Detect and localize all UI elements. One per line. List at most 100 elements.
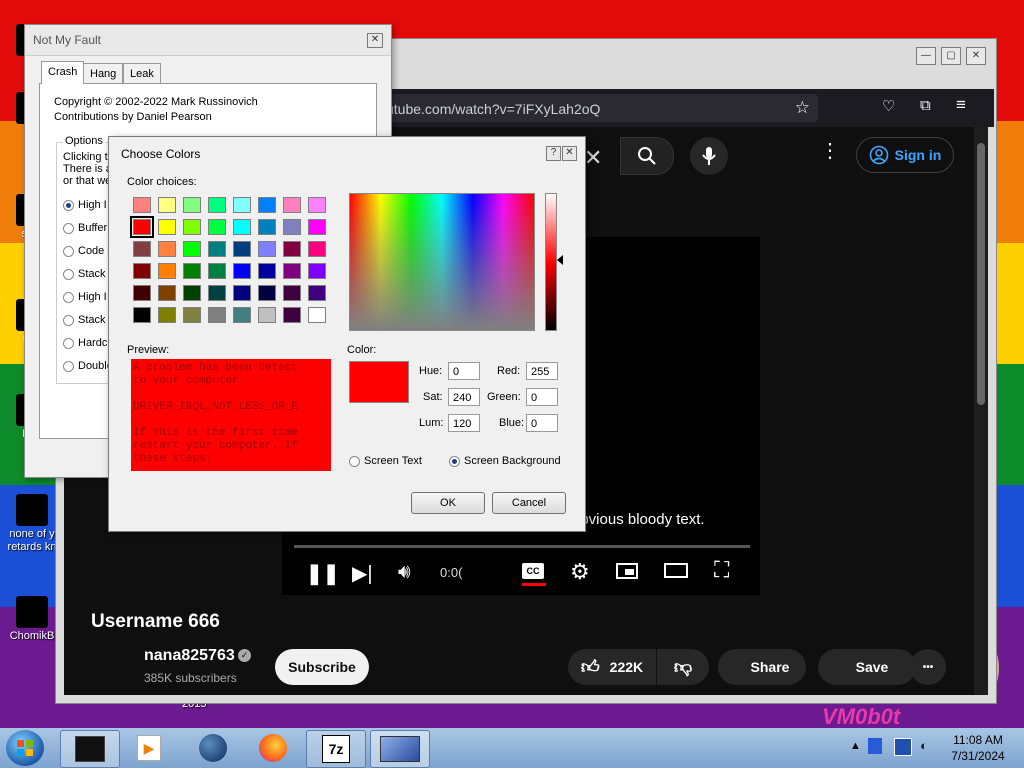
color-swatch[interactable] <box>258 219 276 235</box>
play-pause-button[interactable]: ❚❚ <box>306 561 340 586</box>
choose-colors-close-button[interactable]: ✕ <box>562 146 577 161</box>
color-swatch[interactable] <box>308 307 326 323</box>
color-swatch[interactable] <box>208 197 226 213</box>
tray-network-icon[interactable] <box>894 738 912 756</box>
crash-option-radio[interactable]: Code c <box>63 245 113 257</box>
color-swatch[interactable] <box>308 197 326 213</box>
green-field[interactable]: 0 <box>526 388 558 406</box>
crash-option-radio[interactable]: Stack <box>63 314 106 326</box>
color-swatch[interactable] <box>308 263 326 279</box>
crash-option-radio[interactable]: Hardc <box>63 337 107 349</box>
screen-text-radio-circle[interactable] <box>349 455 360 467</box>
luminance-pointer-icon[interactable] <box>557 255 563 265</box>
crash-option-radio-circle[interactable] <box>63 245 74 257</box>
color-swatch[interactable] <box>208 285 226 301</box>
red-field[interactable]: 255 <box>526 362 558 380</box>
taskbar-app-firefox[interactable] <box>244 730 302 766</box>
crash-option-radio-circle[interactable] <box>63 199 74 211</box>
color-swatch[interactable] <box>158 197 176 213</box>
color-swatch[interactable] <box>283 263 301 279</box>
color-swatch[interactable] <box>158 285 176 301</box>
dislike-button[interactable]: 👎︎ <box>657 649 709 685</box>
screen-text-radio[interactable]: Screen Text <box>349 455 422 467</box>
color-swatch[interactable] <box>133 285 151 301</box>
crash-option-radio-circle[interactable] <box>63 222 74 234</box>
save-button[interactable]: Save <box>818 649 916 685</box>
color-swatch[interactable] <box>258 285 276 301</box>
crash-option-radio[interactable]: Stack <box>63 268 106 280</box>
clock[interactable]: 11:08 AM 7/31/2024 <box>940 732 1016 764</box>
lum-field[interactable]: 120 <box>448 414 480 432</box>
desktop-icon[interactable]: none of y retards kn <box>4 494 60 554</box>
close-button[interactable]: ✕ <box>966 47 986 65</box>
luminance-slider[interactable] <box>545 193 557 331</box>
search-clear-icon[interactable]: ✕ <box>584 145 602 171</box>
color-swatch[interactable] <box>283 197 301 213</box>
color-swatch[interactable] <box>183 263 201 279</box>
fullscreen-icon[interactable]: ⛶ <box>714 557 729 583</box>
more-actions-button[interactable]: ••• <box>910 649 946 685</box>
tab-crash[interactable]: Crash <box>41 61 85 84</box>
color-swatch[interactable] <box>183 219 201 235</box>
tray-volume-icon[interactable]: ◐ <box>920 738 928 753</box>
color-swatch[interactable] <box>233 307 251 323</box>
hue-field[interactable]: 0 <box>448 362 480 380</box>
color-swatch[interactable] <box>208 219 226 235</box>
crash-option-radio-circle[interactable] <box>63 337 74 349</box>
help-button[interactable]: ? <box>546 146 561 161</box>
crash-option-radio-circle[interactable] <box>63 314 74 326</box>
scrollbar-thumb[interactable] <box>977 143 985 405</box>
color-swatch[interactable] <box>283 307 301 323</box>
color-swatch[interactable] <box>133 263 151 279</box>
color-swatch[interactable] <box>158 241 176 257</box>
taskbar-app-7zip[interactable]: 7z <box>306 730 366 768</box>
color-swatch[interactable] <box>158 219 176 235</box>
miniplayer-icon[interactable] <box>616 563 638 579</box>
color-swatch[interactable] <box>308 241 326 257</box>
crash-option-radio-circle[interactable] <box>63 291 74 303</box>
like-button[interactable]: 👍︎ 222K <box>568 649 656 685</box>
crash-option-radio-circle[interactable] <box>63 360 74 372</box>
taskbar-app-media-player[interactable]: ▶ <box>120 730 178 766</box>
tray-expand-icon[interactable]: ▲ <box>850 740 861 752</box>
tab-leak[interactable]: Leak <box>123 63 161 84</box>
color-swatch[interactable] <box>158 307 176 323</box>
cancel-button[interactable]: Cancel <box>492 492 566 514</box>
next-button[interactable]: ▶| <box>352 561 373 586</box>
color-swatch[interactable] <box>133 197 151 213</box>
color-swatch[interactable] <box>133 307 151 323</box>
pocket-icon[interactable]: ♡ <box>882 97 895 115</box>
share-button[interactable]: Share <box>718 649 806 685</box>
color-swatch[interactable] <box>283 241 301 257</box>
sat-field[interactable]: 240 <box>448 388 480 406</box>
search-button[interactable] <box>620 137 674 175</box>
color-swatch[interactable] <box>183 307 201 323</box>
color-swatch[interactable] <box>258 241 276 257</box>
color-swatch[interactable] <box>308 285 326 301</box>
color-swatch[interactable] <box>158 263 176 279</box>
crash-option-radio[interactable]: Double <box>63 360 113 372</box>
color-swatch[interactable] <box>133 241 151 257</box>
color-swatch[interactable] <box>233 219 251 235</box>
more-options-icon[interactable]: ⋮ <box>820 141 840 161</box>
extensions-icon[interactable]: ⧉ <box>920 97 931 114</box>
tab-hang[interactable]: Hang <box>83 63 124 84</box>
blue-field[interactable]: 0 <box>526 414 558 432</box>
menu-icon[interactable]: ≡ <box>956 95 966 115</box>
color-spectrum-field[interactable] <box>349 193 535 331</box>
bookmark-star-icon[interactable]: ☆ <box>795 98 810 118</box>
taskbar-app-notmyfault[interactable] <box>370 730 430 768</box>
color-swatch[interactable] <box>233 197 251 213</box>
crash-option-radio-circle[interactable] <box>63 268 74 280</box>
progress-bar[interactable] <box>294 545 750 548</box>
color-swatch[interactable] <box>308 219 326 235</box>
screen-background-radio-circle[interactable] <box>449 455 460 467</box>
address-bar[interactable]: utube.com/watch?v=7iFXyLah2oQ ☆ <box>356 94 818 122</box>
settings-gear-icon[interactable]: ⚙ <box>570 559 590 585</box>
notmyfault-close-button[interactable]: ✕ <box>367 33 383 48</box>
taskbar-app-terminal[interactable] <box>60 730 120 768</box>
volume-icon[interactable]: 🔊︎ <box>398 561 411 584</box>
color-swatch[interactable] <box>183 197 201 213</box>
subscribe-button[interactable]: Subscribe <box>275 649 369 685</box>
crash-option-radio[interactable]: High I <box>63 199 107 211</box>
